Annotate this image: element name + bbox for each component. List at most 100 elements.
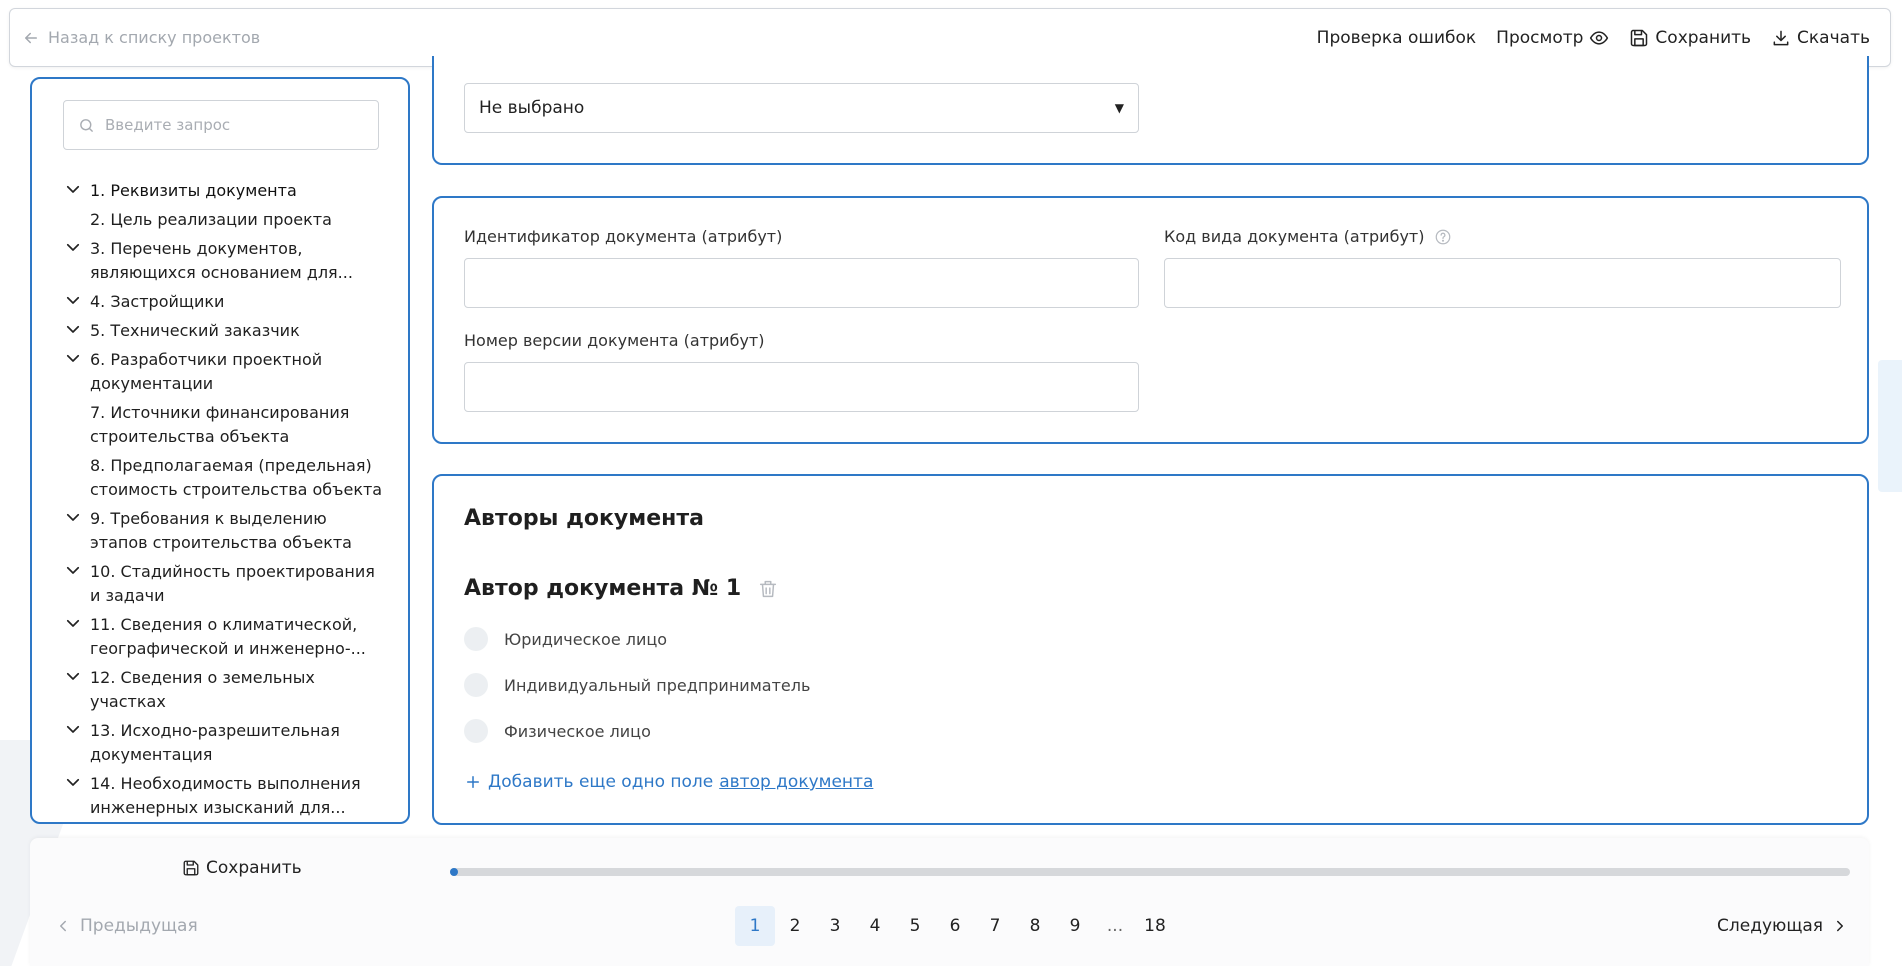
add-author-link[interactable]: Добавить еще одно поле автор документа [464, 772, 873, 792]
sidebar-item[interactable]: 7. Источники финансирования строительства… [32, 399, 408, 452]
back-to-projects-link[interactable]: Назад к списку проектов [22, 28, 260, 47]
sidebar-item-label-cont: являющихся основанием для... [90, 263, 353, 282]
chevron-down-icon[interactable] [64, 773, 82, 791]
sidebar-item-label-cont: стоимость строительства объекта [90, 480, 383, 499]
sidebar-item[interactable]: 13. Исходно-разрешительная документация [32, 717, 408, 770]
sidebar-item-label: 12. Сведения о земельных [90, 668, 315, 687]
radio-legal-entity[interactable]: Юридическое лицо [464, 627, 667, 651]
version-label: Номер версии документа (атрибут) [464, 331, 764, 350]
sidebar-item-label-cont: участках [90, 692, 166, 711]
sidebar-item[interactable]: 14. Необходимость выполнения инженерных и… [32, 770, 408, 823]
sidebar-item[interactable]: 5. Технический заказчик [32, 317, 408, 346]
radio-individual[interactable]: Физическое лицо [464, 719, 651, 743]
sidebar-item-label: 3. Перечень документов, [90, 239, 303, 258]
chevron-down-icon[interactable] [64, 561, 82, 579]
chevron-down-icon[interactable] [64, 614, 82, 632]
sidebar-item-label-cont: строительства объекта [90, 427, 290, 446]
download-label: Скачать [1797, 27, 1870, 48]
add-author-prefix: Добавить еще одно поле [488, 772, 714, 792]
chevron-down-icon[interactable] [64, 238, 82, 256]
question-circle-icon[interactable] [1434, 228, 1452, 246]
radio-circle [464, 719, 488, 743]
sidebar-item[interactable]: 8. Предполагаемая (предельная) стоимость … [32, 452, 408, 505]
form-select[interactable]: Не выбрано ▼ [464, 83, 1139, 133]
side-panel-tab[interactable] [1878, 360, 1902, 492]
sidebar-item-label: 6. Разработчики проектной [90, 350, 323, 369]
sidebar-item[interactable]: 2. Цель реализации проекта [32, 206, 408, 235]
sidebar-item-label: 9. Требования к выделению [90, 509, 327, 528]
radio-label: Физическое лицо [504, 721, 651, 741]
prev-page-button[interactable]: Предыдущая [54, 916, 198, 936]
sidebar-item-label: 5. Технический заказчик [90, 321, 300, 340]
search-input[interactable] [105, 116, 365, 134]
next-page-button[interactable]: Следующая [1717, 916, 1849, 936]
select-card: Не выбрано ▼ [432, 56, 1869, 165]
sidebar-item-label: 7. Источники финансирования [90, 403, 350, 422]
doc-kind-input[interactable] [1164, 258, 1841, 308]
header-actions: Проверка ошибок Просмотр Сохранить Скача… [1317, 28, 1870, 48]
doc-id-input[interactable] [464, 258, 1139, 308]
trash-icon[interactable] [757, 578, 779, 600]
page-button[interactable]: 1 [735, 906, 775, 946]
version-label-text: Номер версии документа (атрибут) [464, 331, 765, 350]
download-button[interactable]: Скачать [1771, 28, 1870, 48]
sidebar-item-label-cont: географической и инженерно-... [90, 639, 366, 658]
page-button[interactable]: 6 [935, 906, 975, 946]
bottom-bar: Сохранить Предыдущая 1 2 3 4 5 6 7 8 9... 18 След… [30, 838, 1869, 966]
page-button[interactable]: 8 [1015, 906, 1055, 946]
chevron-down-icon[interactable] [64, 508, 82, 526]
sidebar-item[interactable]: 11. Сведения о климатической, географичес… [32, 611, 408, 664]
progress-bar [450, 868, 1850, 876]
page-button[interactable]: 3 [815, 906, 855, 946]
sidebar-item-label-cont: этапов строительства объекта [90, 533, 352, 552]
chevron-down-icon[interactable] [64, 349, 82, 367]
doc-kind-label: Код вида документа (атрибут) [1164, 227, 1452, 246]
add-author-link-text: автор документа [719, 772, 874, 792]
sidebar-item[interactable]: 4. Застройщики [32, 288, 408, 317]
sidebar-item[interactable]: 9. Требования к выделению этапов строител… [32, 505, 408, 558]
caret-down-icon: ▼ [1114, 101, 1124, 115]
sidebar-item-label-cont: и задачи [90, 586, 165, 605]
radio-label: Юридическое лицо [504, 629, 668, 649]
next-label: Следующая [1717, 916, 1823, 936]
chevron-down-icon[interactable] [64, 720, 82, 738]
sidebar-item[interactable]: 3. Перечень документов, являющихся основа… [32, 235, 408, 288]
sidebar-item[interactable]: 10. Стадийность проектирования и задачи [32, 558, 408, 611]
version-input[interactable] [464, 362, 1139, 412]
chevron-down-icon[interactable] [64, 320, 82, 338]
sidebar-item[interactable]: 12. Сведения о земельных участках [32, 664, 408, 717]
check-errors-button[interactable]: Проверка ошибок [1317, 28, 1477, 48]
footer-save-label: Сохранить [206, 858, 302, 878]
footer-save-button[interactable]: Сохранить [182, 858, 302, 878]
radio-individual-entrepreneur[interactable]: Индивидуальный предприниматель [464, 673, 810, 697]
preview-button[interactable]: Просмотр [1496, 28, 1609, 48]
preview-label: Просмотр [1496, 27, 1584, 48]
doc-id-label-text: Идентификатор документа (атрибут) [464, 227, 783, 246]
document-attributes-card: Идентификатор документа (атрибут) Код ви… [432, 196, 1869, 444]
chevron-down-icon[interactable] [64, 180, 82, 198]
chevron-down-icon[interactable] [64, 291, 82, 309]
sidebar-item[interactable]: 1. Реквизиты документа [32, 177, 408, 206]
sidebar-item-label: 2. Цель реализации проекта [90, 210, 332, 229]
sidebar-item-label-cont: инженерных изысканий для... [90, 798, 346, 817]
sidebar-item-label-cont: документации [90, 374, 214, 393]
chevron-left-icon [60, 920, 66, 932]
pagination-ellipsis: ... [1106, 916, 1124, 936]
sidebar-item-label: 10. Стадийность проектирования [90, 562, 375, 581]
sidebar-item[interactable]: 6. Разработчики проектной документации [32, 346, 408, 399]
sidebar-item-label: 13. Исходно-разрешительная [90, 721, 340, 740]
page-button[interactable]: 5 [895, 906, 935, 946]
radio-circle [464, 627, 488, 651]
page-button[interactable]: 4 [855, 906, 895, 946]
sidebar-item-label: 4. Застройщики [90, 292, 225, 311]
table-of-contents: 1. Реквизиты документа 2. Цель реализации… [32, 177, 408, 823]
sidebar-item-label: 14. Необходимость выполнения [90, 774, 361, 793]
chevron-down-icon[interactable] [64, 667, 82, 685]
search-icon [80, 118, 93, 132]
save-button[interactable]: Сохранить [1629, 28, 1751, 48]
page-button[interactable]: 9 [1055, 906, 1095, 946]
page-button[interactable]: 18 [1135, 906, 1175, 946]
page-button[interactable]: 7 [975, 906, 1015, 946]
floppy-disk-icon [1631, 29, 1648, 46]
page-button[interactable]: 2 [775, 906, 815, 946]
